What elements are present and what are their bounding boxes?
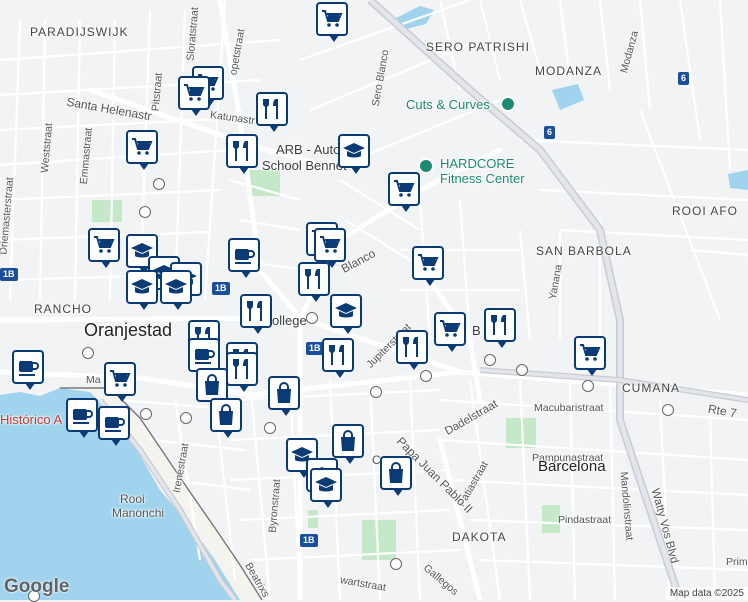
grocery-marker-icon[interactable]	[126, 130, 158, 170]
poi-cuts-curves[interactable]	[500, 96, 516, 112]
restaurant-marker-icon[interactable]	[226, 134, 258, 174]
shopping-marker-icon[interactable]	[380, 456, 412, 496]
park	[308, 510, 318, 528]
label-arb-2: School Bennet	[262, 158, 347, 173]
map-attribution[interactable]: Map data ©2025	[665, 587, 748, 600]
bus-stop-icon[interactable]	[264, 422, 276, 434]
label-ma: Ma	[86, 374, 101, 386]
label-cuts-curves[interactable]: Cuts & Curves	[406, 97, 490, 112]
label-manonchi: Manonchi	[112, 506, 165, 520]
label-arb-1: ARB - Auto	[276, 142, 341, 157]
route-shield-6: 6	[544, 126, 556, 139]
route-shield-1b: 1B	[212, 282, 230, 295]
label-historico: Histórico A	[0, 412, 63, 427]
label-rooi-afo: ROOI AFO	[672, 204, 739, 218]
label-pindastraat: Pindastraat	[558, 514, 612, 526]
restaurant-marker-icon[interactable]	[484, 308, 516, 348]
grocery-marker-icon[interactable]	[316, 2, 348, 42]
restaurant-marker-icon[interactable]	[322, 338, 354, 378]
bus-stop-icon[interactable]	[662, 404, 674, 416]
school-marker-icon[interactable]	[330, 294, 362, 334]
bus-stop-icon[interactable]	[420, 370, 432, 382]
restaurant-marker-icon[interactable]	[240, 294, 272, 334]
label-modanza: MODANZA	[535, 64, 602, 78]
pond	[552, 84, 584, 110]
label-college: ollege	[272, 313, 307, 328]
label-rancho: RANCHO	[34, 302, 93, 316]
shopping-marker-icon[interactable]	[210, 398, 242, 438]
school-marker-icon[interactable]	[338, 134, 370, 174]
cafe-marker-icon[interactable]	[228, 238, 260, 278]
school-marker-icon[interactable]	[160, 270, 192, 310]
label-prim: Prim	[726, 556, 748, 568]
label-oranjestad: Oranjestad	[84, 320, 173, 340]
cafe-marker-icon[interactable]	[98, 406, 130, 446]
park	[92, 200, 122, 222]
google-logo[interactable]: Google	[4, 576, 69, 598]
route-shield-1b: 1B	[306, 342, 324, 355]
restaurant-marker-icon[interactable]	[256, 92, 288, 132]
label-b: B	[472, 323, 481, 338]
label-barcelona: Barcelona	[538, 458, 606, 475]
bus-stop-icon[interactable]	[516, 364, 528, 376]
route-shield-6: 6	[678, 72, 690, 85]
restaurant-marker-icon[interactable]	[298, 262, 330, 302]
label-dakota: DAKOTA	[452, 530, 507, 544]
bus-stop-icon[interactable]	[390, 558, 402, 570]
bus-stop-icon[interactable]	[484, 354, 496, 366]
grocery-marker-icon[interactable]	[178, 76, 210, 116]
route-shield-1b: 1B	[0, 268, 18, 281]
cafe-marker-icon[interactable]	[12, 350, 44, 390]
label-rooi: Rooi	[120, 492, 145, 506]
cafe-marker-icon[interactable]	[188, 338, 220, 378]
label-hardcore-2[interactable]: Fitness Center	[440, 171, 525, 186]
grocery-marker-icon[interactable]	[434, 312, 466, 352]
shopping-marker-icon[interactable]	[268, 376, 300, 416]
grocery-marker-icon[interactable]	[388, 172, 420, 212]
grocery-marker-icon[interactable]	[88, 228, 120, 268]
poi-hardcore[interactable]	[418, 158, 434, 174]
bus-stop-icon[interactable]	[140, 408, 152, 420]
cafe-marker-icon[interactable]	[66, 398, 98, 438]
bus-stop-icon[interactable]	[139, 206, 151, 218]
pond	[728, 170, 748, 190]
shopping-marker-icon[interactable]	[332, 424, 364, 464]
grocery-marker-icon[interactable]	[314, 228, 346, 268]
restaurant-marker-icon[interactable]	[396, 330, 428, 370]
grocery-marker-icon[interactable]	[412, 246, 444, 286]
bus-stop-icon[interactable]	[153, 178, 165, 190]
bus-stop-icon[interactable]	[370, 386, 382, 398]
bus-stop-icon[interactable]	[306, 312, 318, 324]
school-marker-icon[interactable]	[310, 468, 342, 508]
grocery-marker-icon[interactable]	[104, 362, 136, 402]
label-hardcore-1[interactable]: HARDCORE	[440, 156, 514, 171]
label-sero-patrishi: SERO PATRISHI	[426, 40, 530, 54]
bus-stop-icon[interactable]	[180, 412, 192, 424]
label-san-barbola: SAN BARBOLA	[536, 244, 632, 258]
school-marker-icon[interactable]	[126, 270, 158, 310]
grocery-marker-icon[interactable]	[574, 336, 606, 376]
bus-stop-icon[interactable]	[82, 347, 94, 359]
bus-stop-icon[interactable]	[582, 380, 594, 392]
shopping-marker-icon[interactable]	[196, 368, 228, 408]
restaurant-marker-icon[interactable]	[226, 352, 258, 392]
label-paradijswijk: PARADIJSWIJK	[30, 25, 129, 39]
label-macubaristraat: Macubaristraat	[534, 402, 604, 414]
label-cumana: CUMANA	[622, 381, 681, 395]
route-shield-1b: 1B	[300, 534, 318, 547]
